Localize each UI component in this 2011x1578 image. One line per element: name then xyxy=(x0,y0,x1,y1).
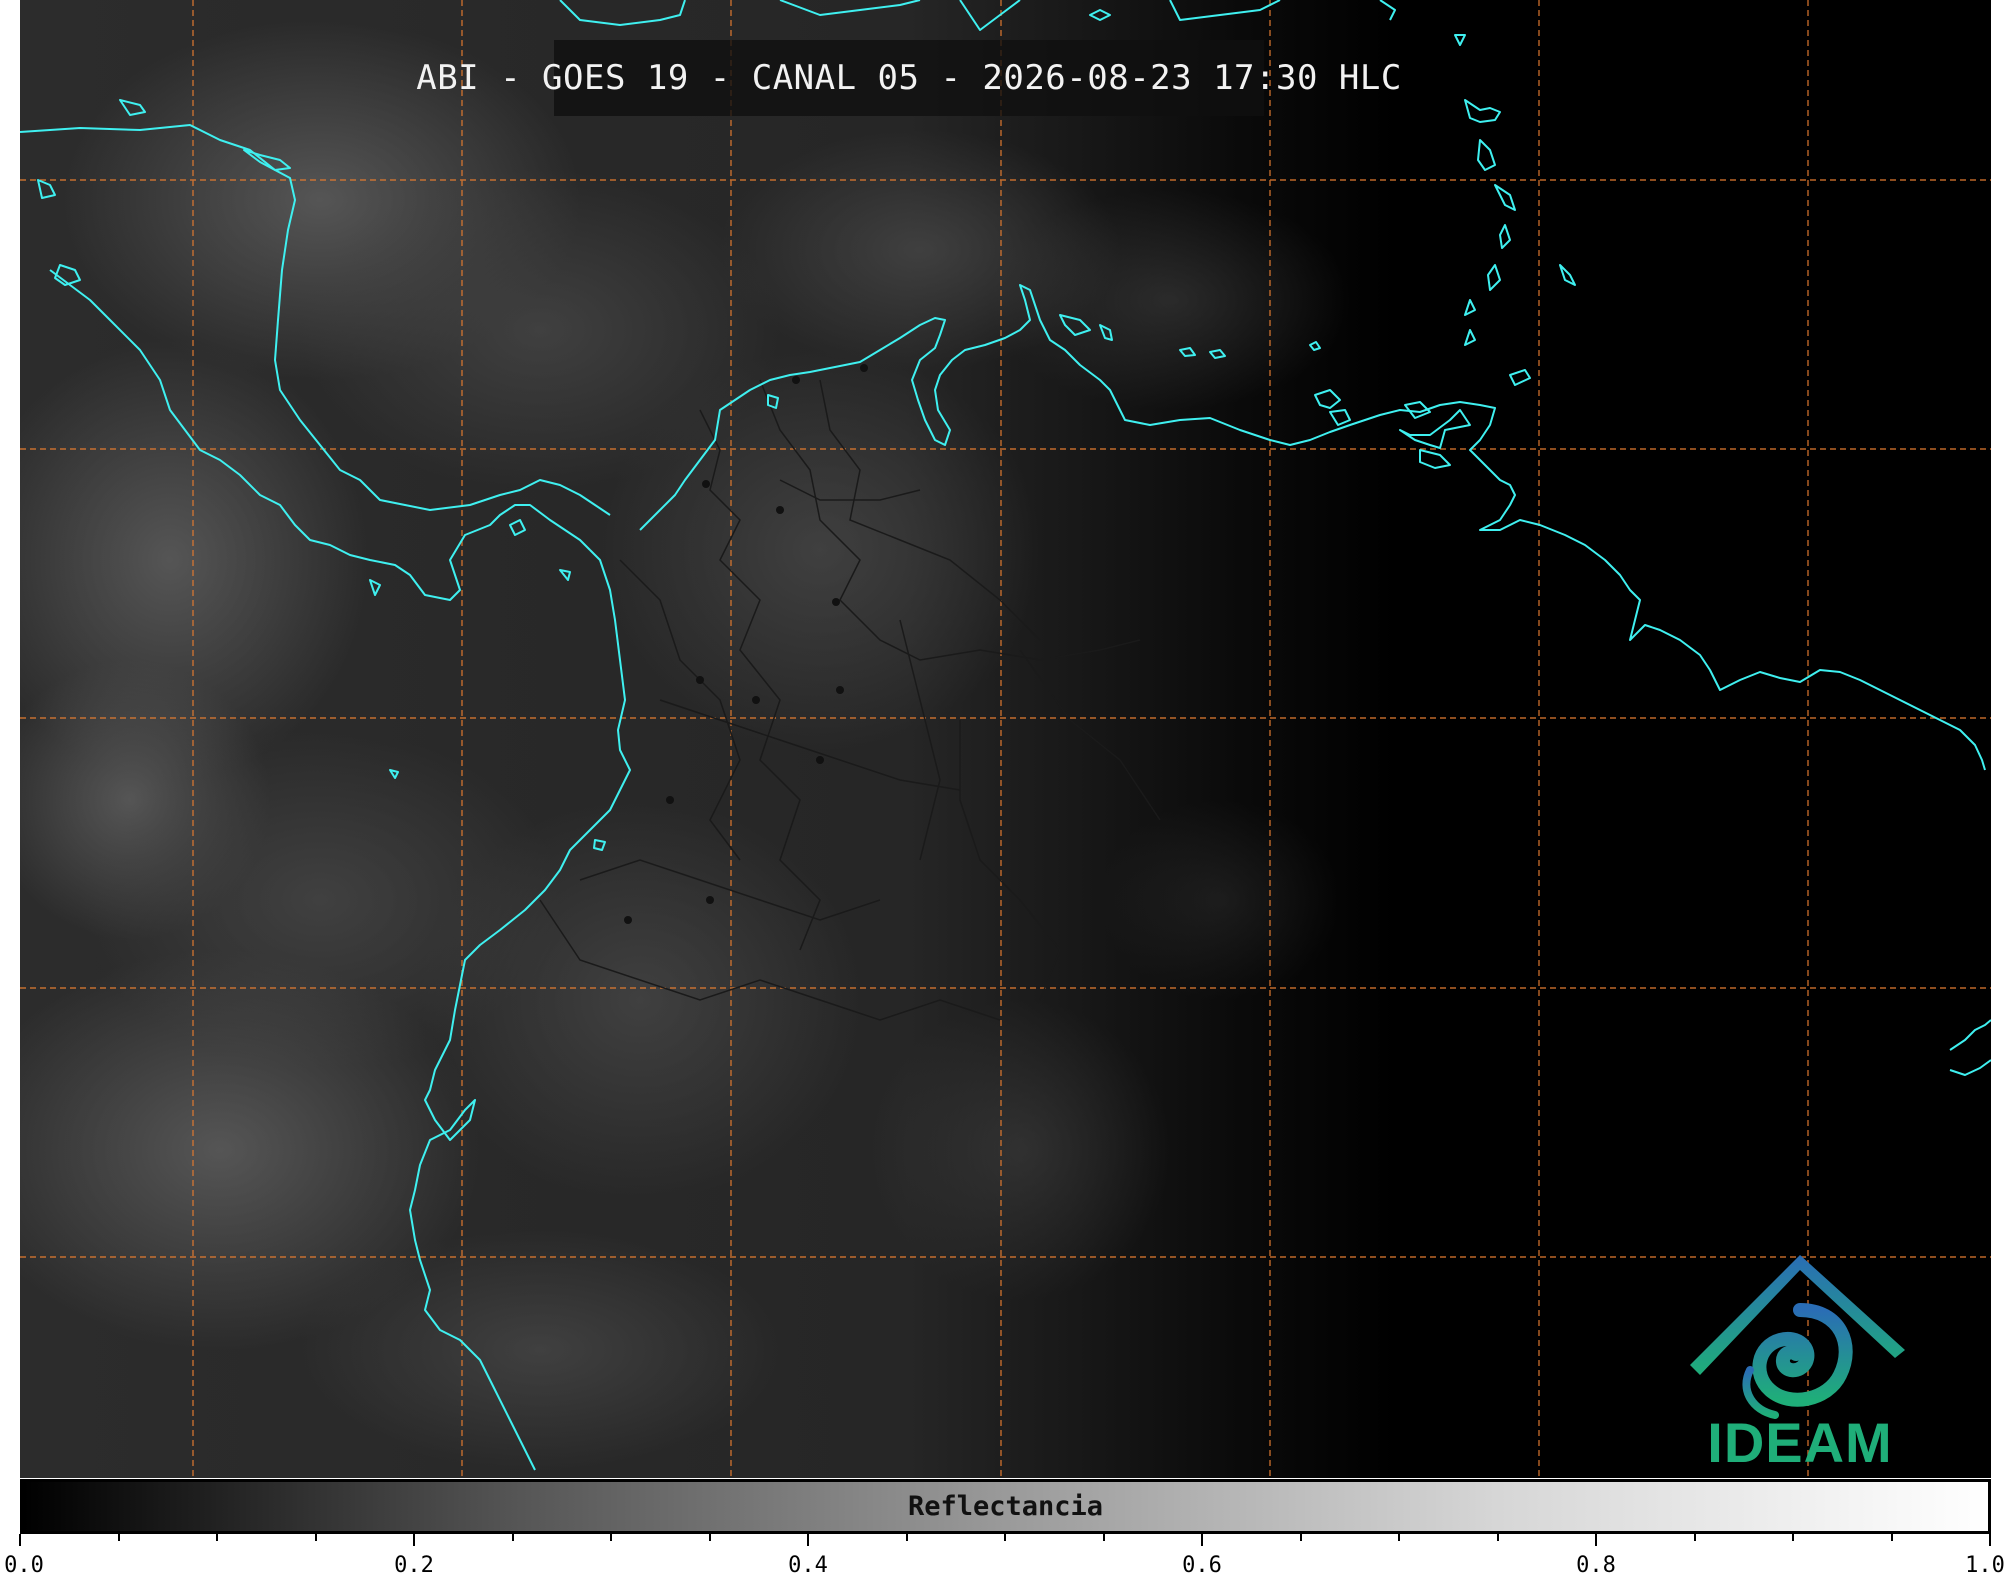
satellite-map: ABI - GOES 19 - CANAL 05 - 2026-08-23 17… xyxy=(20,0,1991,1478)
colorbar: Reflectancia xyxy=(20,1479,1991,1534)
colorbar-tick-label: 1.0 xyxy=(1965,1553,2005,1578)
colorbar-tick-label: 0.8 xyxy=(1576,1553,1616,1578)
colorbar-tick-label: 0.6 xyxy=(1182,1553,1222,1578)
colorbar-ticks xyxy=(19,1534,1991,1546)
colorbar-label: Reflectancia xyxy=(907,1491,1104,1522)
ideam-logo-icon xyxy=(1690,1255,1905,1419)
colorbar-tick-label: 0.2 xyxy=(394,1553,434,1578)
colorbar-tick-label: 0.0 xyxy=(4,1553,44,1578)
colorbar-tick-label: 0.4 xyxy=(788,1553,828,1578)
map-title: ABI - GOES 19 - CANAL 05 - 2026-08-23 17… xyxy=(416,58,1402,98)
ideam-logo: IDEAM xyxy=(1680,1250,1920,1475)
title-box: ABI - GOES 19 - CANAL 05 - 2026-08-23 17… xyxy=(416,40,1401,116)
logo-text: IDEAM xyxy=(1707,1411,1893,1474)
